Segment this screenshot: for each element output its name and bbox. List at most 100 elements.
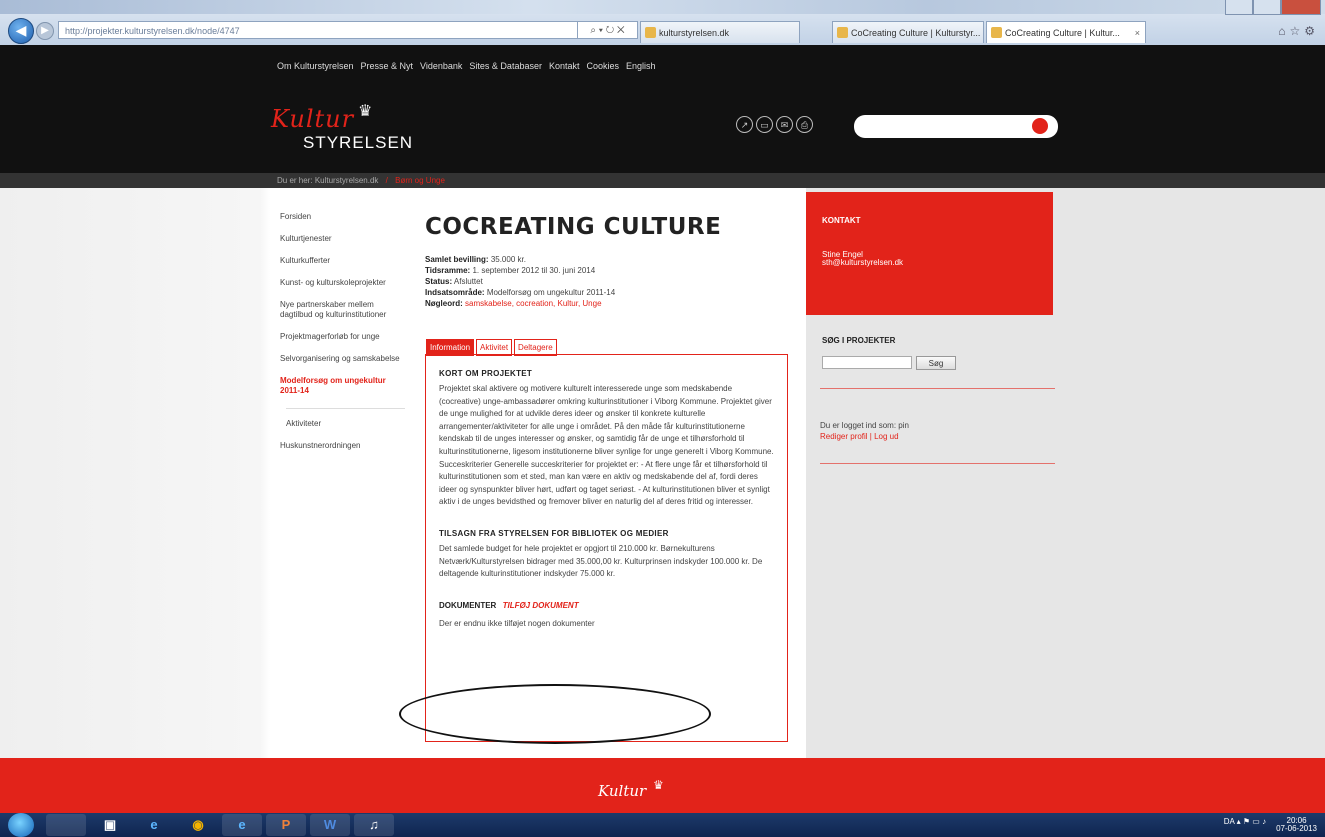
meta-keywords[interactable]: samskabelse, cocreation, Kultur, Unge — [465, 299, 602, 308]
nav-selvorganisering[interactable]: Selvorganisering og samskabelse — [280, 354, 405, 364]
divider — [820, 463, 1055, 464]
login-text: Du er logget ind som: pin — [820, 421, 909, 430]
site-search-input[interactable] — [854, 115, 1058, 138]
topnav-videnbank[interactable]: Videnbank — [420, 61, 462, 71]
project-search-title: SØG I PROJEKTER — [822, 336, 896, 345]
documents-heading: DOKUMENTER TILFØJ DOKUMENT — [439, 601, 774, 610]
site-footer: Kultur ♛ — [0, 758, 1325, 813]
nav-kulturtjenester[interactable]: Kulturtjenester — [280, 234, 405, 244]
left-navigation: Forsiden Kulturtjenester Kulturkufferter… — [280, 212, 405, 463]
print-icon[interactable]: ⎙ — [796, 116, 813, 133]
close-tab-icon[interactable]: × — [1135, 22, 1140, 43]
add-document-link[interactable]: TILFØJ DOKUMENT — [503, 601, 579, 610]
browser-tools-icons[interactable]: ⌂☆⚙ — [1278, 24, 1319, 38]
meta-label: Tidsramme: — [425, 266, 471, 275]
topnav-kontakt[interactable]: Kontakt — [549, 61, 580, 71]
topnav-om[interactable]: Om Kulturstyrelsen — [277, 61, 354, 71]
page-title: COCREATING CULTURE — [425, 214, 722, 240]
tab-label: CoCreating Culture | Kulturstyr... — [851, 28, 981, 38]
back-button[interactable]: ◀ — [8, 18, 34, 44]
topnav-cookies[interactable]: Cookies — [587, 61, 620, 71]
footer-logo[interactable]: Kultur — [598, 782, 646, 800]
crown-icon: ♛ — [358, 103, 373, 120]
meta-bevilling: 35.000 kr. — [490, 255, 526, 264]
browser-chrome: ◀ ▶ http://projekter.kulturstyrelsen.dk/… — [0, 0, 1325, 46]
close-window-button[interactable] — [1281, 0, 1321, 15]
mail-icon[interactable]: ✉ — [776, 116, 793, 133]
minimize-button[interactable] — [1225, 0, 1253, 15]
meta-indsats: Modelforsøg om ungekultur 2011-14 — [486, 288, 616, 297]
taskbar-powerpoint-icon[interactable]: P — [266, 814, 306, 836]
taskbar-ie-active-icon[interactable]: e — [222, 814, 262, 836]
favicon-icon — [645, 27, 656, 38]
browser-tab-1[interactable]: kulturstyrelsen.dk — [640, 21, 800, 43]
maximize-button[interactable] — [1253, 0, 1281, 15]
contact-title: KONTAKT — [822, 216, 861, 225]
browser-tab-3[interactable]: CoCreating Culture | Kultur... × — [986, 21, 1146, 43]
topnav-english[interactable]: English — [626, 61, 656, 71]
crown-icon: ♛ — [653, 778, 664, 792]
nav-modelforsoeg[interactable]: Modelforsøg om ungekultur 2011-14 — [280, 376, 405, 396]
meta-label: Indsatsområde: — [425, 288, 485, 297]
nav-kulturkufferter[interactable]: Kulturkufferter — [280, 256, 405, 266]
topnav-sites[interactable]: Sites & Databaser — [469, 61, 542, 71]
taskbar-explorer-icon[interactable] — [46, 814, 86, 836]
tab-panel: KORT OM PROJEKTET Projektet skal aktiver… — [425, 354, 788, 742]
nav-forsiden[interactable]: Forsiden — [280, 212, 405, 222]
breadcrumb-separator: / — [385, 176, 388, 185]
taskbar-ie-icon[interactable]: e — [134, 814, 174, 836]
breadcrumb-prefix: Du er her: — [277, 176, 313, 185]
project-search-input[interactable] — [822, 356, 912, 369]
nav-aktiviteter[interactable]: Aktiviteter — [286, 408, 405, 429]
top-navigation: Om Kulturstyrelsen Presse & Nyt Videnban… — [277, 61, 656, 71]
nav-projektmager[interactable]: Projektmagerforløb for unge — [280, 332, 405, 342]
nav-partnerskaber[interactable]: Nye partnerskaber mellem dagtilbud og ku… — [280, 300, 405, 320]
title-bar — [0, 0, 1325, 14]
forward-button[interactable]: ▶ — [36, 22, 54, 40]
contact-box: KONTAKT Stine Engel sth@kulturstyrelsen.… — [806, 192, 1053, 315]
tab-label: kulturstyrelsen.dk — [659, 28, 730, 38]
nav-huskunstner[interactable]: Huskunstnerordningen — [280, 441, 405, 451]
login-status: Du er logget ind som: pin Rediger profil… — [820, 420, 909, 442]
address-bar[interactable]: http://projekter.kulturstyrelsen.dk/node… — [58, 21, 578, 39]
tray-icons[interactable]: DA ▴ ⚑ ▭ ♪ — [1224, 817, 1266, 833]
taskbar-media-icon[interactable]: ▣ — [90, 814, 130, 836]
meta-label: Samlet bevilling: — [425, 255, 489, 264]
breadcrumb-home[interactable]: Kulturstyrelsen.dk — [315, 176, 379, 185]
windows-taskbar: ▣ e ◉ e P W ♫ DA ▴ ⚑ ▭ ♪ 20:06 07-06-201… — [0, 813, 1325, 837]
section-text: Projektet skal aktivere og motivere kult… — [439, 384, 774, 507]
window-controls — [1225, 0, 1321, 15]
taskbar-music-icon[interactable]: ♫ — [354, 814, 394, 836]
project-search-button[interactable]: Søg — [916, 356, 956, 370]
share-icon[interactable]: ↗ — [736, 116, 753, 133]
comment-icon[interactable]: ▭ — [756, 116, 773, 133]
profile-links[interactable]: Rediger profil | Log ud — [820, 431, 909, 442]
project-meta: Samlet bevilling: 35.000 kr. Tidsramme: … — [425, 254, 795, 309]
section-heading: TILSAGN FRA STYRELSEN FOR BIBLIOTEK OG M… — [439, 528, 669, 538]
address-controls[interactable]: ⌕ ▾ ↻ ✕ — [578, 21, 638, 39]
section-text: Det samlede budget for hele projektet er… — [439, 543, 763, 579]
system-tray: DA ▴ ⚑ ▭ ♪ 20:06 07-06-2013 — [1224, 817, 1317, 833]
taskbar-chrome-icon[interactable]: ◉ — [178, 814, 218, 836]
meta-status: Afsluttet — [453, 277, 483, 286]
tab-label: CoCreating Culture | Kultur... — [1005, 28, 1120, 38]
clock-date: 07-06-2013 — [1276, 824, 1317, 833]
main-content: COCREATING CULTURE Samlet bevilling: 35.… — [425, 214, 795, 309]
taskbar-word-icon[interactable]: W — [310, 814, 350, 836]
contact-email[interactable]: sth@kulturstyrelsen.dk — [822, 258, 903, 267]
divider — [820, 388, 1055, 389]
topnav-presse[interactable]: Presse & Nyt — [361, 61, 414, 71]
clock[interactable]: 20:06 07-06-2013 — [1276, 817, 1317, 833]
documents-empty-text: Der er endnu ikke tilføjet nogen dokumen… — [439, 618, 595, 628]
logo-wordmark[interactable]: STYRELSEN — [303, 133, 413, 153]
breadcrumb-bar: Du er her: Kulturstyrelsen.dk / Børn og … — [0, 173, 1325, 188]
section-heading: KORT OM PROJEKTET — [439, 369, 533, 378]
start-button[interactable] — [8, 813, 34, 837]
browser-tab-2[interactable]: CoCreating Culture | Kulturstyr... — [832, 21, 984, 43]
meta-label: Nøgleord: — [425, 299, 463, 308]
nav-kunst-kulturskole[interactable]: Kunst- og kulturskoleprojekter — [280, 278, 405, 288]
logo-script[interactable]: Kultur — [271, 105, 354, 133]
breadcrumb-current[interactable]: Børn og Unge — [395, 176, 445, 185]
search-button[interactable] — [1032, 118, 1048, 134]
meta-tidsramme: 1. september 2012 til 30. juni 2014 — [472, 266, 596, 275]
